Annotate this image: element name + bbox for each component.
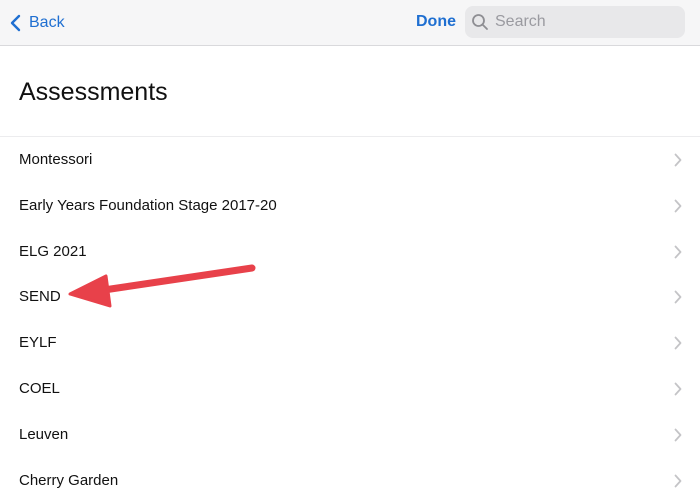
list-item-label: Leuven <box>19 425 69 443</box>
chevron-right-icon <box>674 245 682 259</box>
chevron-left-icon <box>10 14 21 32</box>
chevron-right-icon <box>674 199 682 213</box>
list-item-label: Montessori <box>19 151 93 168</box>
list-item-coel[interactable]: COEL <box>0 366 700 412</box>
list-item-label: SEND <box>19 288 61 306</box>
list-item-elg-2021[interactable]: ELG 2021 <box>0 229 700 275</box>
search-icon <box>471 13 495 31</box>
chevron-right-icon <box>674 153 682 167</box>
assessments-screen: Back Done Assessments Montessori Early Y… <box>0 0 700 500</box>
list-item-label: COEL <box>19 379 60 397</box>
chevron-right-icon <box>674 290 682 304</box>
list-item-eyfs-2017-20[interactable]: Early Years Foundation Stage 2017-20 <box>0 183 700 229</box>
list-item-label: ELG 2021 <box>19 242 87 260</box>
list-item-label: Cherry Garden <box>19 471 119 489</box>
list-item-label: EYLF <box>19 334 57 352</box>
search-bar[interactable] <box>465 6 685 38</box>
list-item-leuven[interactable]: Leuven <box>0 412 700 458</box>
chevron-right-icon <box>674 382 682 396</box>
list-item-cherry-garden[interactable]: Cherry Garden <box>0 458 700 500</box>
list-item-montessori[interactable]: Montessori <box>0 137 700 183</box>
chevron-right-icon <box>674 474 682 488</box>
page-title: Assessments <box>19 78 168 106</box>
list-item-label: Early Years Foundation Stage 2017-20 <box>19 196 277 214</box>
navigation-bar: Back Done <box>0 0 700 46</box>
back-button[interactable]: Back <box>10 10 65 36</box>
search-input[interactable] <box>495 13 675 31</box>
chevron-right-icon <box>674 336 682 350</box>
list-item-eylf[interactable]: EYLF <box>0 320 700 366</box>
back-label: Back <box>29 14 65 31</box>
list-item-send[interactable]: SEND <box>0 274 700 320</box>
done-button[interactable]: Done <box>416 13 456 31</box>
assessment-list: Montessori Early Years Foundation Stage … <box>0 137 700 500</box>
chevron-right-icon <box>674 428 682 442</box>
